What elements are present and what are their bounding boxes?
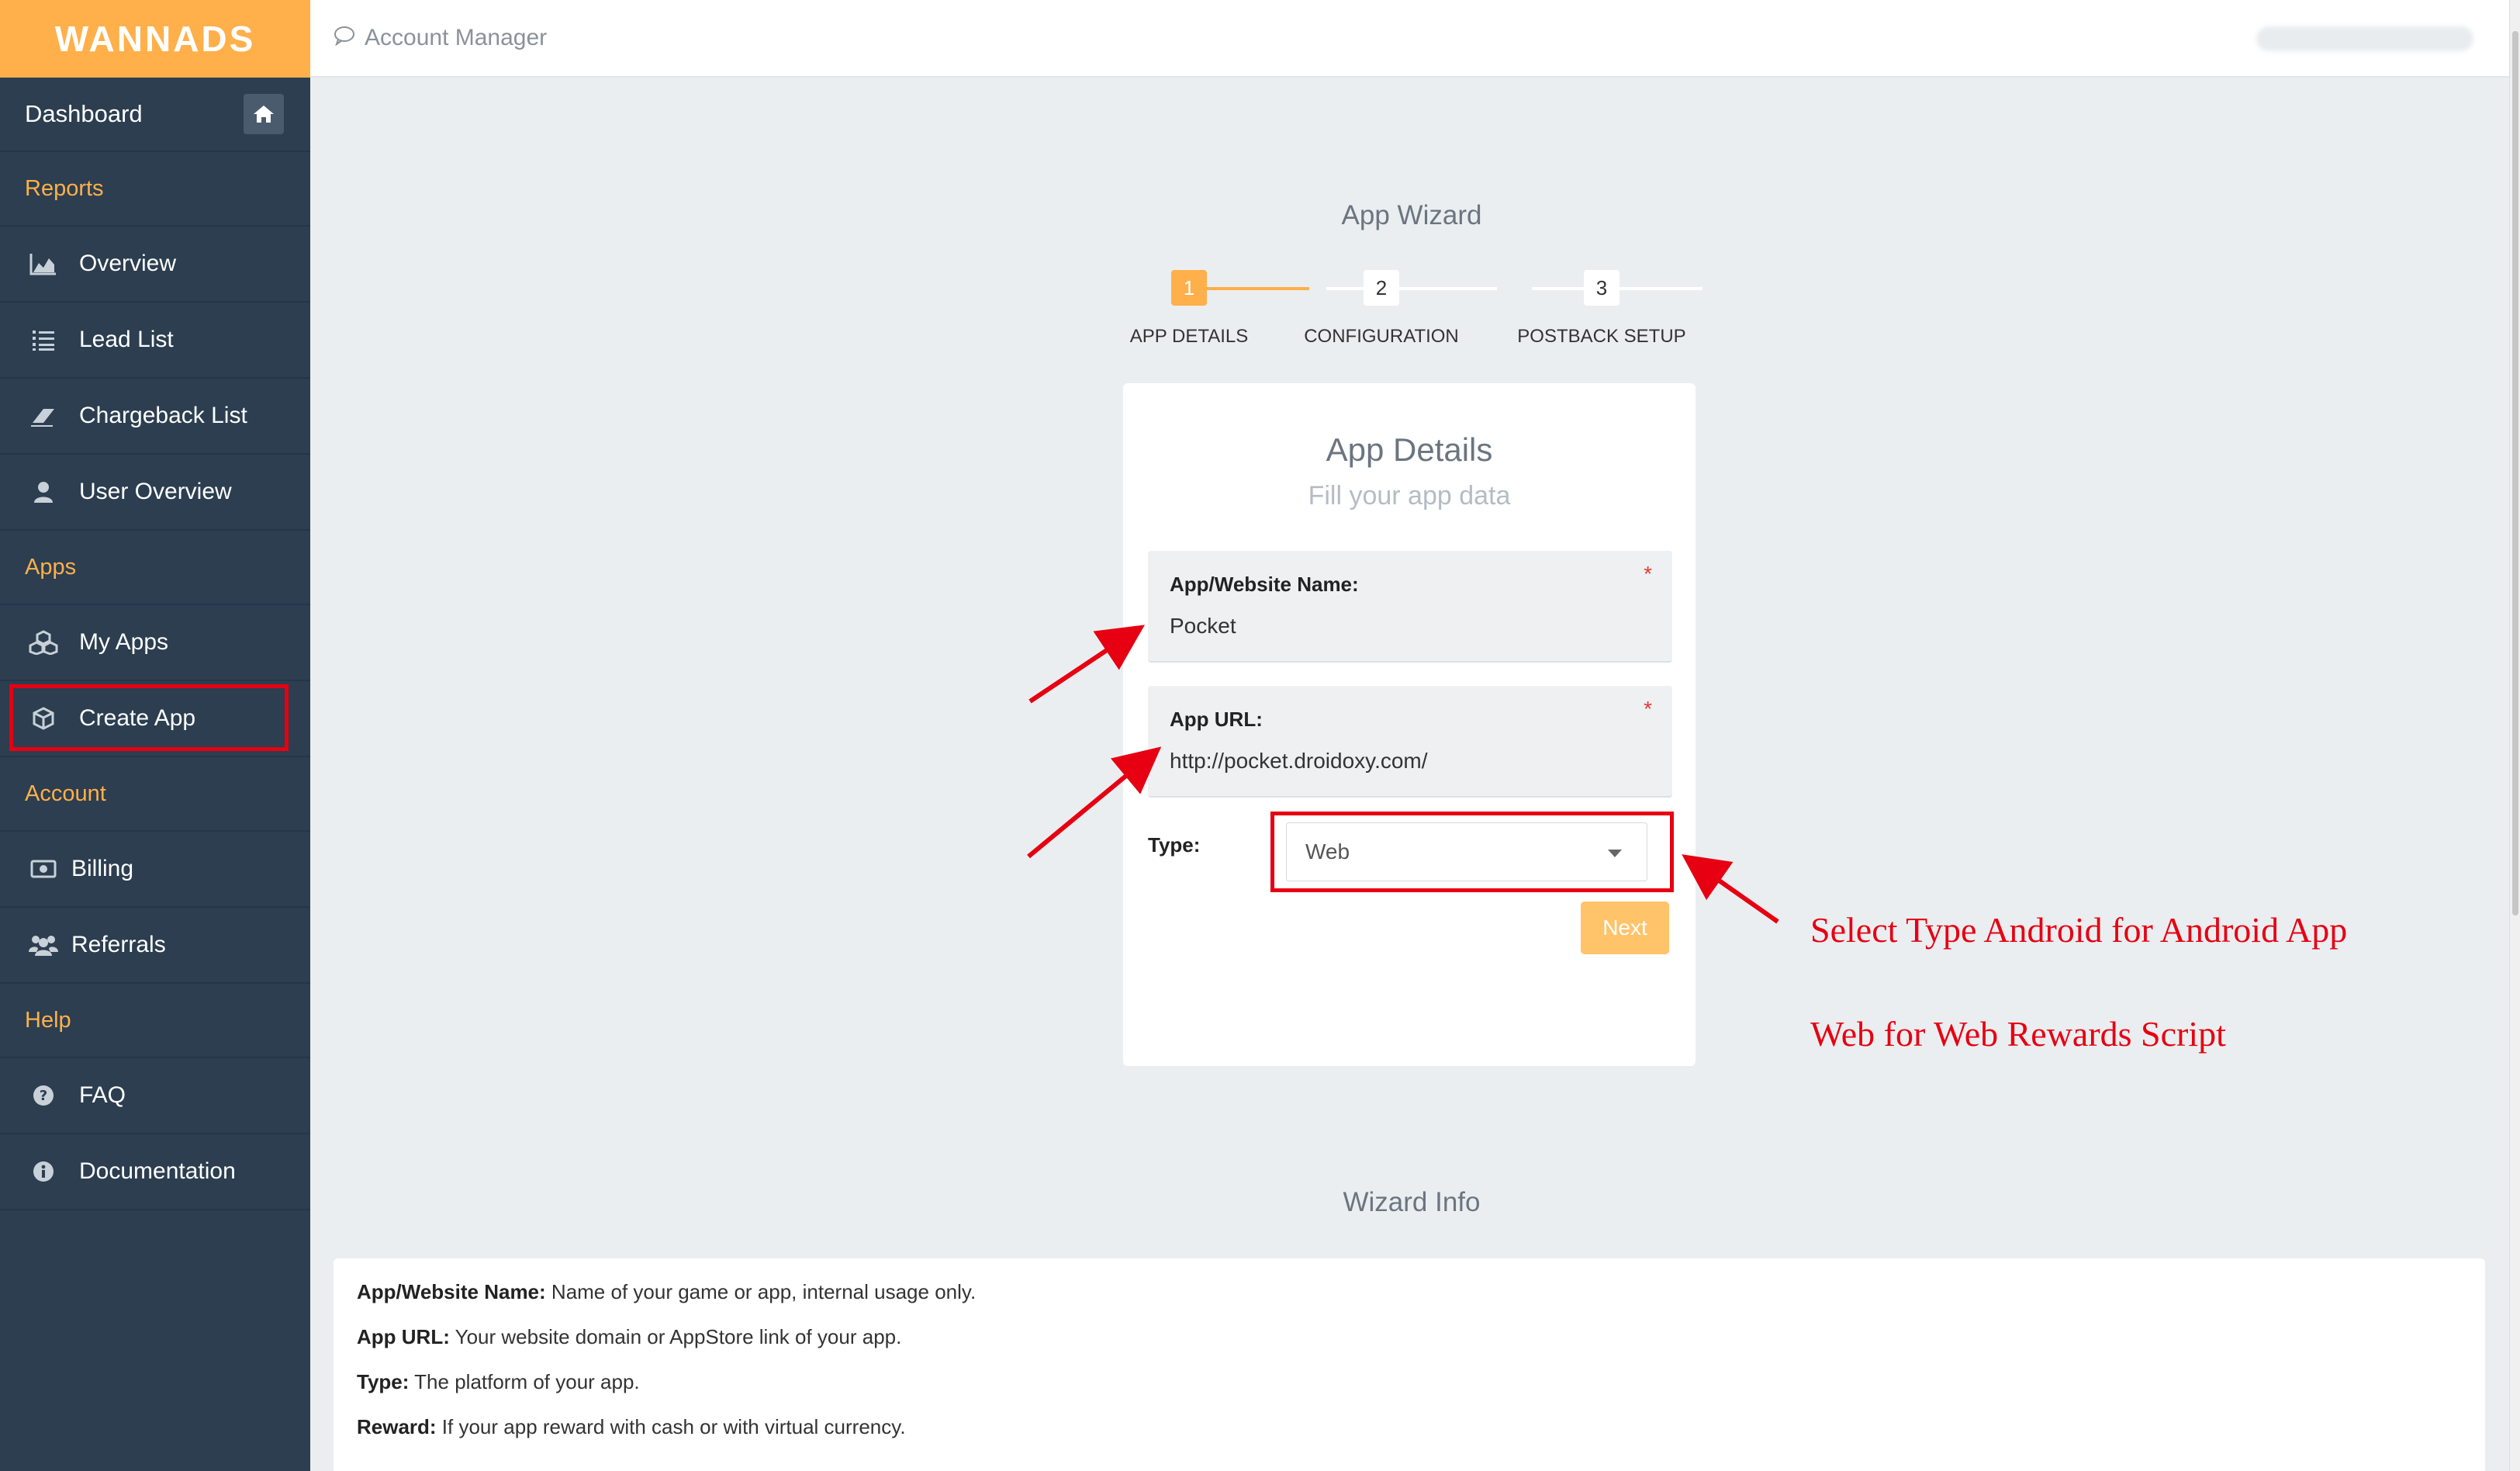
top-bar: Account Manager xyxy=(310,0,2520,78)
arrow-to-name-field xyxy=(1028,625,1145,704)
cubes-icon xyxy=(28,627,59,658)
comment-icon xyxy=(334,26,355,51)
annotation-line-2: Web for Web Rewards Script xyxy=(1810,1014,2226,1054)
brand-logo[interactable]: WANNADS xyxy=(0,0,310,78)
user-menu[interactable] xyxy=(2256,26,2473,51)
info-line: App URL: Your website domain or AppStore… xyxy=(357,1325,2462,1370)
type-label: Type: xyxy=(1148,833,1201,857)
sidebar-item-documentation[interactable]: Documentation xyxy=(0,1134,310,1210)
sidebar-item-label: My Apps xyxy=(79,629,169,655)
step-line xyxy=(1326,287,1497,290)
info-line: App/Website Name: Name of your game or a… xyxy=(357,1280,2462,1325)
sidebar-item-billing[interactable]: Billing xyxy=(0,832,310,908)
sidebar-item-referrals[interactable]: Referrals xyxy=(0,908,310,984)
list-icon xyxy=(28,324,59,355)
wizard-info-card: App/Website Name: Name of your game or a… xyxy=(334,1258,2485,1471)
sidebar-item-user-overview[interactable]: User Overview xyxy=(0,455,310,531)
app-url-input[interactable]: http://pocket.droidoxy.com/ xyxy=(1170,749,1651,774)
step-3-label: POSTBACK SETUP xyxy=(1517,326,1686,347)
card-subtitle: Fill your app data xyxy=(1308,481,1511,511)
sidebar-item-my-apps[interactable]: My Apps xyxy=(0,605,310,681)
home-icon[interactable] xyxy=(244,94,284,134)
required-marker: * xyxy=(1644,562,1652,586)
area-chart-icon xyxy=(28,248,59,279)
step-1-indicator[interactable]: 1 xyxy=(1171,270,1207,306)
info-term: Reward: xyxy=(357,1415,437,1438)
sidebar-item-label: Overview xyxy=(79,251,177,276)
cube-icon xyxy=(28,703,59,734)
breadcrumb-label: Account Manager xyxy=(365,25,548,50)
info-term: Type: xyxy=(357,1370,410,1393)
next-button[interactable]: Next xyxy=(1581,902,1669,954)
sidebar-item-label: Dashboard xyxy=(25,100,143,127)
user-icon xyxy=(28,476,59,507)
app-name-field[interactable]: App/Website Name: Pocket * xyxy=(1148,551,1672,663)
step-2-indicator[interactable]: 2 xyxy=(1364,270,1399,306)
sidebar-item-chargeback-list[interactable]: Chargeback List xyxy=(0,379,310,455)
sidebar-item-overview[interactable]: Overview xyxy=(0,227,310,303)
info-desc: Name of your game or app, internal usage… xyxy=(545,1280,977,1303)
step-2-label: CONFIGURATION xyxy=(1304,326,1459,347)
money-icon xyxy=(28,853,59,884)
question-circle-icon: ? xyxy=(28,1080,59,1111)
page-scrollbar[interactable] xyxy=(2509,0,2520,1471)
sidebar-item-label: Create App xyxy=(79,705,196,731)
annotation-line-1: Select Type Android for Android App xyxy=(1810,910,2348,950)
sidebar-section-account: Account xyxy=(0,757,310,832)
sidebar-item-label: FAQ xyxy=(79,1082,126,1108)
app-details-card: App Details Fill your app data App/Websi… xyxy=(1123,383,1696,1066)
breadcrumb[interactable]: Account Manager xyxy=(334,25,547,51)
info-line: Type: The platform of your app. xyxy=(357,1370,2462,1415)
sidebar-item-label: Lead List xyxy=(79,327,174,352)
eraser-icon xyxy=(28,400,59,431)
app-url-field[interactable]: App URL: http://pocket.droidoxy.com/ * xyxy=(1148,686,1672,798)
info-desc: Your website domain or AppStore link of … xyxy=(449,1325,902,1348)
card-title: App Details xyxy=(1326,431,1493,468)
sidebar-item-dashboard[interactable]: Dashboard xyxy=(0,78,310,152)
required-marker: * xyxy=(1644,697,1652,721)
sidebar-section-help: Help xyxy=(0,984,310,1058)
step-3-indicator[interactable]: 3 xyxy=(1584,270,1620,306)
app-name-input[interactable]: Pocket xyxy=(1170,614,1651,639)
wizard-steps: 1 2 3 APP DETAILS CONFIGURATION POSTBACK… xyxy=(1117,270,1706,355)
svg-text:?: ? xyxy=(40,1088,47,1104)
wizard-info-title: Wizard Info xyxy=(1343,1187,1481,1217)
info-desc: The platform of your app. xyxy=(409,1370,640,1393)
users-icon xyxy=(28,929,59,960)
app-url-label: App URL: xyxy=(1170,708,1263,731)
sidebar-item-label: Billing xyxy=(71,856,134,881)
step-1-label: APP DETAILS xyxy=(1129,326,1249,347)
info-circle-icon xyxy=(28,1156,59,1187)
sidebar-item-label: Referrals xyxy=(71,932,166,957)
info-term: App URL: xyxy=(357,1325,450,1348)
info-desc: If your app reward with cash or with vir… xyxy=(436,1415,906,1438)
app-name-label: App/Website Name: xyxy=(1170,573,1359,596)
arrow-to-type-select xyxy=(1682,854,1779,924)
sidebar-item-faq[interactable]: ? FAQ xyxy=(0,1058,310,1134)
sidebar-section-apps: Apps xyxy=(0,531,310,605)
info-term: App/Website Name: xyxy=(357,1280,546,1303)
scrollbar-thumb[interactable] xyxy=(2512,31,2518,915)
sidebar-section-reports: Reports xyxy=(0,152,310,227)
info-line: Reward: If your app reward with cash or … xyxy=(357,1415,2462,1460)
sidebar-item-label: User Overview xyxy=(79,479,232,504)
sidebar-item-lead-list[interactable]: Lead List xyxy=(0,303,310,379)
wizard-title: App Wizard xyxy=(1341,200,1482,230)
type-highlight-box xyxy=(1270,812,1674,892)
sidebar-item-label: Documentation xyxy=(79,1158,236,1184)
sidebar-item-create-app[interactable]: Create App xyxy=(0,681,310,757)
sidebar: WANNADS Dashboard Reports Overview Lead … xyxy=(0,0,310,1471)
sidebar-item-label: Chargeback List xyxy=(79,403,247,428)
